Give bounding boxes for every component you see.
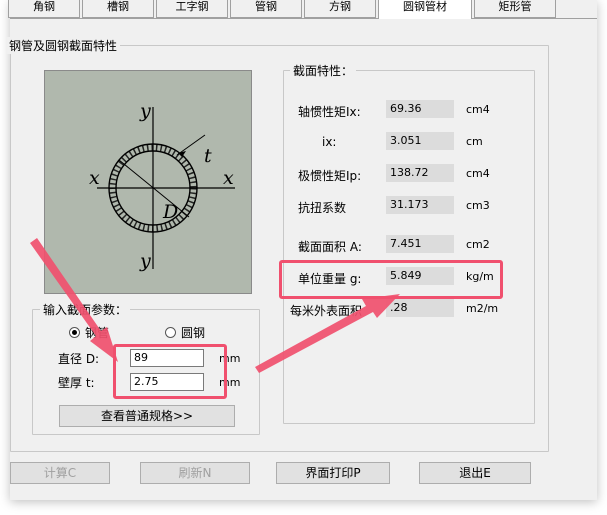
label-x-right: x bbox=[223, 167, 234, 189]
props-group-title: 截面特性： bbox=[290, 62, 357, 79]
main-group-title: 钢管及圆钢截面特性 bbox=[6, 37, 121, 54]
label-y-top: y bbox=[139, 100, 151, 122]
view-spec-button[interactable]: 查看普通规格>> bbox=[59, 405, 235, 427]
refresh-button[interactable]: 刷新N bbox=[140, 462, 250, 484]
prop-label-ix-radius: ix: bbox=[322, 135, 337, 149]
tab-strip: 角钢 槽钢 工字钢 管钢 方钢 圆钢管材 矩形管 bbox=[8, 0, 597, 19]
exit-button[interactable]: 退出E bbox=[419, 462, 531, 484]
prop-unit-surface: m2/m bbox=[466, 302, 499, 315]
label-y-bottom: y bbox=[139, 250, 151, 272]
prop-label-torsion: 抗扭系数 bbox=[298, 201, 347, 215]
prop-unit-torsion: cm3 bbox=[466, 199, 490, 212]
tab-round-pipe[interactable]: 圆钢管材 bbox=[378, 0, 472, 19]
prop-value-area: 7.451 bbox=[386, 235, 454, 253]
prop-value-ix-radius: 3.051 bbox=[386, 132, 454, 150]
radio-tube-label: 钢管 bbox=[85, 326, 110, 340]
radio-rod-label: 圆钢 bbox=[181, 326, 206, 340]
prop-label-area: 截面面积 A: bbox=[298, 240, 362, 254]
label-t: t bbox=[204, 145, 212, 167]
prop-unit-ip: cm4 bbox=[466, 167, 490, 180]
prop-unit-area: cm2 bbox=[466, 238, 490, 251]
tab-channel-steel[interactable]: 槽钢 bbox=[82, 0, 154, 18]
prop-label-ix-moment: 轴惯性矩Ix: bbox=[298, 105, 361, 119]
thickness-leader bbox=[176, 134, 206, 156]
app-window: 角钢 槽钢 工字钢 管钢 方钢 圆钢管材 矩形管 钢管及圆钢截面特性 y y x… bbox=[6, 0, 597, 500]
prop-value-ix-moment: 69.36 bbox=[386, 100, 454, 118]
tab-rect-tube[interactable]: 矩形管 bbox=[474, 0, 556, 18]
calc-button[interactable]: 计算C bbox=[10, 462, 110, 484]
prop-label-surface: 每米外表面积 bbox=[290, 304, 363, 318]
print-button[interactable]: 界面打印P bbox=[276, 462, 390, 484]
prop-value-surface: .28 bbox=[386, 299, 454, 317]
tab-angle-steel[interactable]: 角钢 bbox=[8, 0, 80, 18]
radio-tube[interactable] bbox=[69, 327, 80, 338]
prop-unit-ix-radius: cm bbox=[466, 135, 483, 148]
pipe-section-svg: y y x x t D bbox=[89, 100, 235, 272]
highlight-input-box bbox=[113, 344, 227, 399]
diameter-label: 直径 D: bbox=[58, 352, 100, 366]
thickness-label: 壁厚 t: bbox=[58, 376, 95, 390]
tab-square-steel[interactable]: 方钢 bbox=[304, 0, 376, 18]
input-group-title: 输入截面参数： bbox=[40, 301, 131, 318]
tab-i-beam[interactable]: 工字钢 bbox=[156, 0, 228, 18]
prop-value-torsion: 31.173 bbox=[386, 196, 454, 214]
prop-label-ip: 极惯性矩Ip: bbox=[298, 169, 362, 183]
highlight-weight-box bbox=[279, 260, 503, 299]
section-diagram: y y x x t D bbox=[44, 70, 252, 294]
prop-value-ip: 138.72 bbox=[386, 164, 454, 182]
prop-unit-ix-moment: cm4 bbox=[466, 103, 490, 116]
radio-rod[interactable] bbox=[165, 327, 176, 338]
tab-pipe-steel[interactable]: 管钢 bbox=[230, 0, 302, 18]
label-D: D bbox=[162, 201, 178, 223]
label-x-left: x bbox=[89, 167, 100, 189]
